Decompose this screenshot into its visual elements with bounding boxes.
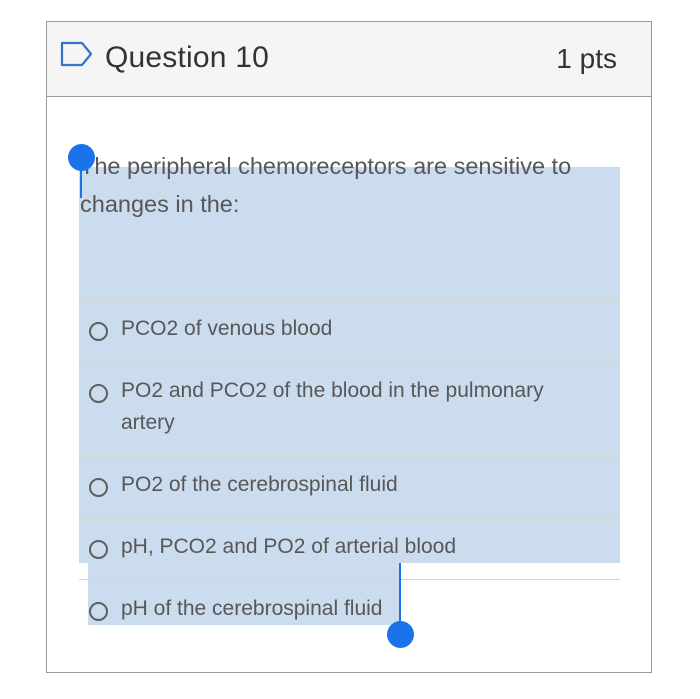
- answer-label[interactable]: pH of the cerebrospinal fluid: [121, 593, 601, 625]
- answer-divider: [79, 579, 620, 580]
- answer-divider: [79, 362, 620, 363]
- selection-start-handle[interactable]: [68, 144, 95, 171]
- answer-label[interactable]: PCO2 of venous blood: [121, 313, 601, 345]
- radio-unchecked-icon[interactable]: [89, 322, 108, 341]
- answer-label[interactable]: PO2 of the cerebrospinal fluid: [121, 469, 601, 501]
- answer-divider: [79, 456, 620, 457]
- selection-end-caret: [399, 563, 401, 625]
- question-header: Question 10 1 pts: [47, 22, 651, 97]
- answer-option[interactable]: PCO2 of venous blood: [86, 313, 606, 353]
- answer-option[interactable]: pH of the cerebrospinal fluid: [86, 593, 606, 633]
- answer-label[interactable]: pH, PCO2 and PO2 of arterial blood: [121, 531, 601, 563]
- answer-option[interactable]: PO2 of the cerebrospinal fluid: [86, 469, 606, 509]
- question-text: The peripheral chemoreceptors are sensit…: [80, 153, 572, 217]
- answer-option[interactable]: PO2 and PCO2 of the blood in the pulmona…: [86, 375, 606, 445]
- radio-unchecked-icon[interactable]: [89, 602, 108, 621]
- radio-unchecked-icon[interactable]: [89, 540, 108, 559]
- question-points: 1 pts: [556, 43, 617, 74]
- radio-unchecked-icon[interactable]: [89, 384, 108, 403]
- answer-option[interactable]: pH, PCO2 and PO2 of arterial blood: [86, 531, 606, 571]
- radio-unchecked-icon[interactable]: [89, 478, 108, 497]
- answer-label[interactable]: PO2 and PCO2 of the blood in the pulmona…: [121, 375, 601, 439]
- question-title: Question 10: [105, 41, 269, 74]
- answer-divider: [79, 300, 620, 301]
- selection-end-handle[interactable]: [387, 621, 414, 648]
- flag-icon[interactable]: [60, 41, 94, 67]
- answer-divider: [79, 518, 620, 519]
